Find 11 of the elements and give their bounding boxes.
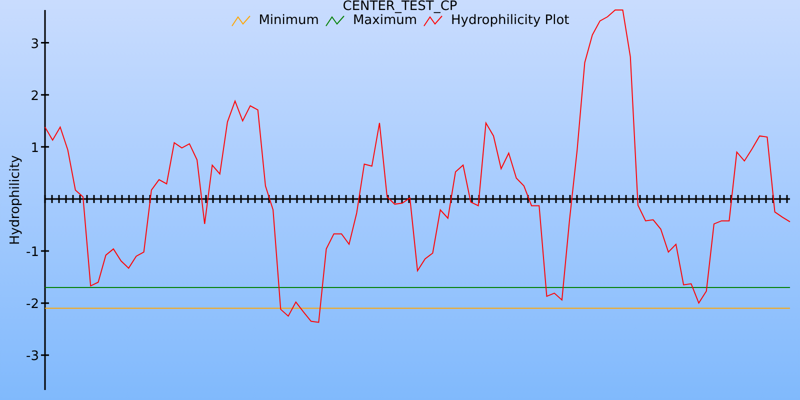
- tick-label: 3: [30, 36, 39, 52]
- axis-title: Hydrophilicity: [8, 155, 23, 245]
- chart-title: CENTER_TEST_CP: [342, 0, 458, 13]
- tick-label: -2: [26, 297, 39, 312]
- legend-label: Maximum: [352, 13, 418, 29]
- tick-label: 2: [30, 88, 39, 104]
- tick-label: -3: [26, 349, 39, 364]
- tick-label: 1: [30, 140, 39, 156]
- legend-label: Hydrophilicity Plot: [451, 13, 570, 29]
- tick-label: -1: [26, 245, 39, 260]
- legend-label: Minimum: [258, 13, 319, 29]
